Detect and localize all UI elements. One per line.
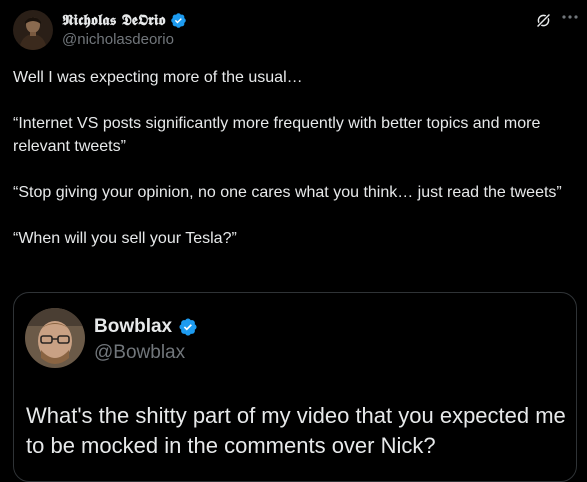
tweet-text: Well I was expecting more of the usual… …: [13, 66, 573, 273]
author-avatar[interactable]: [13, 10, 53, 50]
author-display-name[interactable]: 𝕹𝖎𝖈𝖍𝖔𝖑𝖆𝖘 𝕯𝖊𝕺𝖗𝖎𝖔: [62, 11, 165, 29]
tweet-paragraph: Well I was expecting more of the usual…: [13, 69, 303, 86]
author-handle[interactable]: @nicholasdeorio: [62, 31, 174, 48]
author-name-row: 𝕹𝖎𝖈𝖍𝖔𝖑𝖆𝖘 𝕯𝖊𝕺𝖗𝖎𝖔: [62, 10, 187, 30]
tweet-paragraph: “Internet VS posts significantly more fr…: [13, 115, 545, 155]
more-options-icon[interactable]: [562, 14, 578, 20]
portrait-avatar-icon: [25, 308, 85, 368]
quoted-tweet-card[interactable]: Bowblax @Bowblax What's the shitty part …: [13, 292, 577, 482]
quoted-author-handle[interactable]: @Bowblax: [94, 342, 185, 364]
verified-badge-icon: [170, 12, 187, 29]
quoted-author-display-name[interactable]: Bowblax: [94, 316, 172, 338]
quoted-author-name-row: Bowblax: [94, 316, 198, 338]
portrait-avatar-icon: [13, 10, 53, 50]
tweet-paragraph: “When will you sell your Tesla?”: [13, 230, 237, 247]
verified-badge-icon: [178, 317, 198, 337]
grok-icon[interactable]: [535, 12, 552, 29]
quoted-author-avatar[interactable]: [25, 308, 85, 368]
tweet-paragraph: “Stop giving your opinion, no one cares …: [13, 184, 562, 201]
quoted-tweet-text: What's the shitty part of my video that …: [26, 403, 566, 458]
